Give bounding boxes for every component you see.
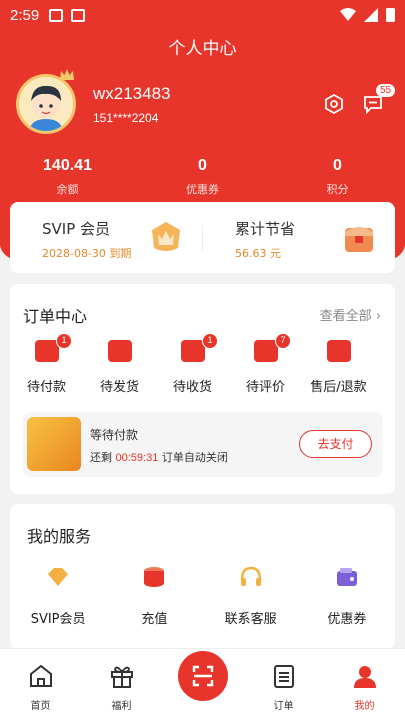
scan-button[interactable] <box>178 651 228 701</box>
font-icon <box>71 8 86 22</box>
order-item-label: 售后/退款 <box>310 380 367 395</box>
see-all-orders-link[interactable]: 查看全部 › <box>320 305 381 324</box>
clipboard-icon <box>273 665 294 688</box>
tab-label: 我的 <box>354 701 375 712</box>
page-title: 个人中心 <box>168 39 237 59</box>
box-icon <box>107 340 132 362</box>
stat-value: 0 <box>198 157 207 174</box>
avatar-face-icon <box>19 77 73 131</box>
order-pending-shipment[interactable]: 待发货 <box>83 340 156 395</box>
vip-crown-icon <box>152 222 180 251</box>
countdown-timer: 00:59:31 <box>115 452 159 464</box>
wifi-icon <box>340 7 356 21</box>
service-label: SVIP会员 <box>30 612 86 627</box>
see-all-label: 查看全部 <box>319 309 372 324</box>
chevron-right-icon: › <box>375 309 381 324</box>
total-savings[interactable]: 累计节省 56.63 元 <box>203 202 395 273</box>
treasure-box-icon <box>345 227 373 252</box>
order-item-label: 待收货 <box>172 380 212 395</box>
order-item-label: 待评价 <box>245 380 285 395</box>
remaining-prefix: 还剩 <box>90 451 112 464</box>
scan-icon <box>192 665 214 687</box>
count-badge: 7 <box>275 333 291 349</box>
my-services: 我的服务 SVIP会员 充值 联系客服 优惠券 <box>10 504 395 649</box>
crown-icon <box>60 69 74 80</box>
message-count-badge: 55 <box>376 84 396 97</box>
tab-label: 首页 <box>30 701 51 712</box>
username: wx213483 <box>93 84 171 103</box>
stat-label: 积分 <box>326 183 349 196</box>
avatar[interactable] <box>16 74 76 134</box>
tab-label: 福利 <box>111 701 132 712</box>
order-center: 订单中心 查看全部 › 1 待付款 待发货 1 待收货 7 待评价 售后/退款 <box>10 284 395 494</box>
headset-icon <box>240 566 261 586</box>
product-thumbnail <box>27 417 81 471</box>
signal-icon <box>364 7 378 22</box>
order-pending-review[interactable]: 7 待评价 <box>229 333 302 395</box>
order-after-sales[interactable]: 售后/退款 <box>302 340 375 395</box>
refund-icon <box>326 340 351 362</box>
pending-title: 等待付款 <box>90 428 139 442</box>
vip-card: SVIP 会员 2028-08-30 到期 累计节省 56.63 元 <box>10 202 395 273</box>
status-bar: 2:59 <box>0 0 405 30</box>
wallet-icon <box>34 340 59 362</box>
service-customer-support[interactable]: 联系客服 <box>203 566 299 627</box>
order-center-title: 订单中心 <box>23 307 88 326</box>
stat-value: 140.41 <box>43 157 92 174</box>
wallet-icon <box>336 568 357 586</box>
tab-welfare[interactable]: 福利 <box>81 649 162 720</box>
vip-diamond-icon <box>48 568 69 586</box>
tab-home[interactable]: 首页 <box>0 649 81 720</box>
status-time: 2:59 <box>10 6 40 24</box>
pay-button[interactable]: 去支付 <box>299 430 372 458</box>
service-svip[interactable]: SVIP会员 <box>10 566 106 627</box>
service-coupons[interactable]: 优惠券 <box>299 566 395 627</box>
image-icon <box>49 8 64 22</box>
tab-label: 订单 <box>273 701 294 712</box>
svip-membership[interactable]: SVIP 会员 2028-08-30 到期 <box>10 202 202 273</box>
order-pending-receipt[interactable]: 1 待收货 <box>156 333 229 395</box>
gift-icon <box>110 666 133 688</box>
tab-orders[interactable]: 订单 <box>243 649 324 720</box>
service-label: 联系客服 <box>224 612 277 627</box>
order-pending-payment[interactable]: 1 待付款 <box>10 333 83 395</box>
count-badge: 1 <box>56 333 72 349</box>
services-row: SVIP会员 充值 联系客服 优惠券 <box>10 566 395 627</box>
pending-countdown-text: 还剩 00:59:31 订单自动关闭 <box>90 449 228 465</box>
stat-balance[interactable]: 140.41 余额 <box>0 157 135 197</box>
stat-value: 0 <box>333 157 342 174</box>
user-icon <box>353 666 376 688</box>
remaining-suffix: 订单自动关闭 <box>161 451 228 464</box>
stat-coupons[interactable]: 0 优惠券 <box>135 157 270 197</box>
services-title: 我的服务 <box>27 527 92 546</box>
service-label: 充值 <box>141 612 168 627</box>
order-item-label: 待付款 <box>26 380 66 395</box>
coins-icon <box>144 567 165 587</box>
order-status-row: 1 待付款 待发货 1 待收货 7 待评价 售后/退款 <box>10 333 395 395</box>
pending-payment-card[interactable]: 等待付款 还剩 00:59:31 订单自动关闭 去支付 <box>23 412 383 477</box>
stats-row: 140.41 余额 0 优惠券 0 积分 <box>0 157 405 197</box>
service-recharge[interactable]: 充值 <box>106 566 202 627</box>
battery-icon <box>386 8 395 22</box>
stat-points[interactable]: 0 积分 <box>270 157 405 197</box>
count-badge: 1 <box>202 333 218 349</box>
phone-number: 151****2204 <box>93 111 159 125</box>
order-item-label: 待发货 <box>99 380 139 395</box>
comment-icon <box>253 340 278 362</box>
tab-mine[interactable]: 我的 <box>324 649 405 720</box>
home-icon <box>29 664 52 687</box>
stat-label: 余额 <box>56 183 79 196</box>
settings-icon[interactable] <box>323 93 345 115</box>
package-check-icon <box>180 340 205 362</box>
service-label: 优惠券 <box>327 612 367 627</box>
stat-label: 优惠券 <box>186 183 219 196</box>
